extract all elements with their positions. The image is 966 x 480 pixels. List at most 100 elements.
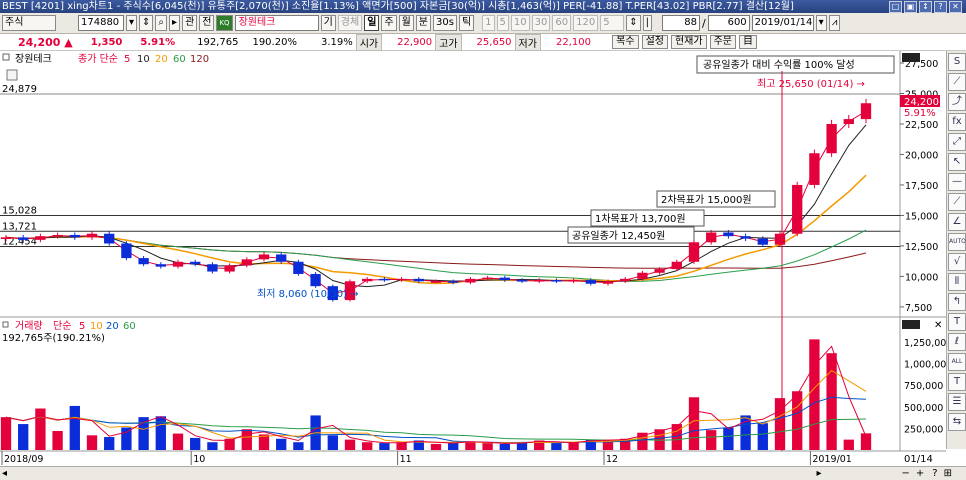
volume-bar[interactable]	[327, 435, 338, 450]
interval-stepper-icon[interactable]: ⇕	[626, 15, 641, 31]
candle-body[interactable]	[52, 234, 63, 237]
text-box-tool-icon[interactable]: T	[948, 373, 966, 391]
volume-bar[interactable]	[0, 417, 12, 450]
text-tool-icon[interactable]: T	[948, 313, 966, 331]
candle-body[interactable]	[104, 233, 115, 244]
volume-bar[interactable]	[757, 423, 768, 450]
candle-body[interactable]	[809, 153, 820, 185]
volume-bar[interactable]	[774, 398, 786, 450]
candle-body[interactable]	[482, 277, 493, 280]
period-button-minute[interactable]: 분	[415, 15, 431, 31]
volume-bar[interactable]	[688, 397, 700, 450]
order-button[interactable]: 주문	[709, 35, 736, 49]
volume-panel-max-icon[interactable]	[902, 320, 920, 329]
candle-body[interactable]	[620, 278, 631, 282]
volume-bar[interactable]	[344, 439, 356, 450]
candle-body[interactable]	[826, 123, 837, 154]
volume-bar[interactable]	[809, 339, 820, 450]
candle-body[interactable]	[465, 278, 476, 283]
candle-body[interactable]	[499, 277, 510, 281]
volume-bar[interactable]	[482, 443, 493, 450]
candle-body[interactable]	[224, 265, 235, 272]
candle-body[interactable]	[740, 236, 751, 239]
candle-body[interactable]	[534, 280, 545, 282]
display-count-input[interactable]: 88	[661, 15, 700, 31]
help-icon[interactable]: ?	[934, 1, 947, 13]
auto-tool-icon[interactable]: AUTO	[948, 233, 966, 251]
volume-bar[interactable]	[35, 408, 46, 450]
candle-body[interactable]	[757, 238, 768, 245]
candle-body[interactable]	[258, 254, 270, 260]
period-button-compare[interactable]: 경체	[337, 15, 363, 31]
candle-body[interactable]	[516, 280, 528, 282]
trendline-tool-icon[interactable]: ⟋	[948, 73, 966, 91]
volume-bar[interactable]	[121, 427, 132, 450]
close-icon[interactable]: ✕	[949, 1, 962, 13]
candle-body[interactable]	[637, 272, 648, 279]
candle-body[interactable]	[379, 278, 390, 281]
price-panel-max-icon[interactable]	[902, 53, 920, 62]
candle-body[interactable]	[293, 261, 304, 274]
candle-body[interactable]	[448, 281, 459, 283]
swap-tool-icon[interactable]: ⇆	[948, 413, 966, 431]
fit-icon[interactable]: ⊞	[944, 468, 952, 479]
volume-bar[interactable]	[104, 437, 115, 450]
candle-body[interactable]	[413, 278, 424, 282]
settings-button[interactable]: 설정	[641, 35, 668, 49]
candle-body[interactable]	[396, 278, 407, 281]
volume-bar[interactable]	[465, 441, 476, 450]
current-price-button[interactable]: 현재가	[670, 35, 707, 49]
volume-bar[interactable]	[499, 443, 510, 450]
candle-body[interactable]	[35, 236, 46, 240]
volume-bar[interactable]	[723, 427, 734, 450]
multi-button[interactable]: 복수	[612, 35, 639, 49]
volume-bar[interactable]	[843, 439, 854, 450]
volume-bar[interactable]	[190, 437, 201, 450]
volume-bar[interactable]	[18, 424, 29, 450]
candle-body[interactable]	[688, 242, 700, 262]
candle-body[interactable]	[706, 232, 717, 243]
line-tool-icon[interactable]: ⟋	[948, 193, 966, 211]
interval-button-5[interactable]: 5	[496, 15, 509, 31]
candle-body[interactable]	[138, 258, 149, 265]
zoom-in-icon[interactable]: +	[916, 468, 924, 479]
volume-bar[interactable]	[69, 405, 80, 450]
panel-toggle-button[interactable]: 目	[739, 35, 757, 49]
candle-body[interactable]	[362, 278, 373, 282]
total-count-input[interactable]: 600	[707, 15, 750, 31]
clear-all-tool-icon[interactable]: ALL	[948, 353, 966, 371]
stock-code-input[interactable]: 174880	[78, 15, 124, 31]
volume-bar[interactable]	[207, 442, 218, 450]
candle-body[interactable]	[86, 233, 98, 238]
candle-body[interactable]	[602, 281, 614, 284]
candle-body[interactable]	[671, 261, 682, 270]
volume-bar[interactable]	[568, 442, 579, 450]
interval-button-10[interactable]: 10	[510, 15, 530, 31]
period-button-month[interactable]: 월	[398, 15, 414, 31]
date-input[interactable]: 2019/01/14	[751, 15, 814, 31]
volume-bar[interactable]	[293, 442, 304, 450]
help-small-icon[interactable]: ?	[932, 468, 937, 479]
hline-tool-icon[interactable]: —	[948, 173, 966, 191]
return-tool-icon[interactable]: ↰	[948, 293, 966, 311]
tile-icon[interactable]: ▣	[904, 1, 917, 13]
related-button[interactable]: 관	[182, 15, 198, 31]
candle-body[interactable]	[774, 233, 786, 245]
zoom-out-icon[interactable]: −	[902, 468, 910, 479]
volume-bar[interactable]	[379, 443, 390, 450]
candle-body[interactable]	[568, 280, 579, 282]
candle-body[interactable]	[723, 232, 734, 237]
interval-input[interactable]: 5	[600, 15, 625, 31]
candle-body[interactable]	[18, 237, 29, 240]
candle-body[interactable]	[207, 264, 218, 272]
candle-body[interactable]	[792, 184, 803, 234]
scroll-right-icon[interactable]: ▸	[816, 468, 821, 479]
scroll-left-icon[interactable]: ◂	[2, 468, 7, 479]
period-button-day[interactable]: 일	[364, 15, 380, 31]
all-button[interactable]: 전	[199, 15, 215, 31]
volume-bar[interactable]	[52, 430, 63, 450]
stock-name-field[interactable]: 장원테크	[234, 15, 319, 31]
search-icon[interactable]: ⌕	[155, 15, 168, 31]
date-dropdown-icon[interactable]: ▾	[815, 15, 827, 31]
pattern-tool-icon[interactable]: ⤴	[948, 93, 966, 111]
